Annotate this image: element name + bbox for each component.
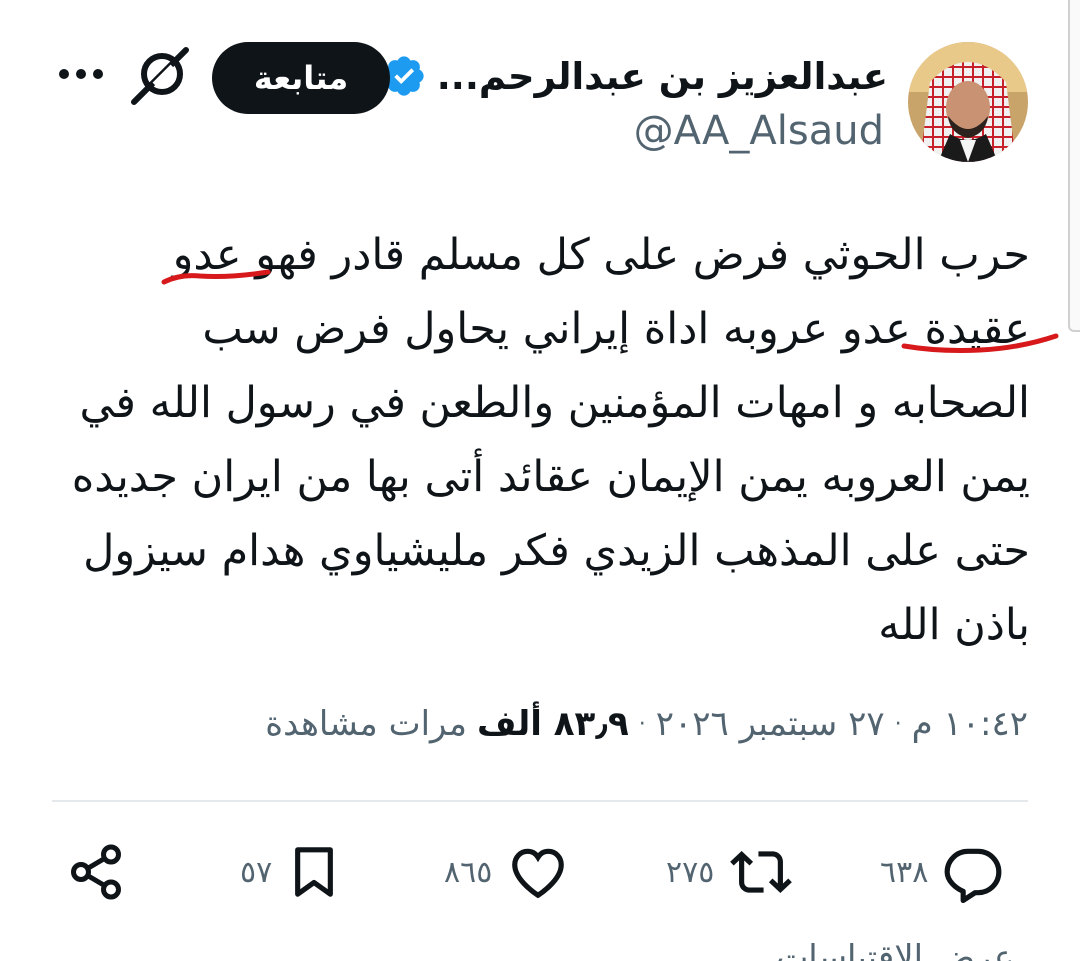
bookmark-count: ٥٧ xyxy=(240,854,273,890)
author-handle[interactable]: @AA_Alsaud xyxy=(634,108,884,154)
reply-icon xyxy=(944,848,1002,903)
repost-icon xyxy=(730,851,793,893)
tweet-time[interactable]: ١٠:٤٢ م xyxy=(912,704,1028,744)
tweet-line: حتى على المذهب الزيدي فكر مليشياوي هدام … xyxy=(83,526,1030,576)
like-button[interactable]: ٨٦٥ xyxy=(444,836,570,908)
reply-button[interactable]: ٦٣٨ xyxy=(880,836,1004,908)
views-label: مرات مشاهدة xyxy=(265,704,468,744)
red-underline-mark xyxy=(161,269,271,285)
like-count: ٨٦٥ xyxy=(444,854,493,890)
share-icon xyxy=(71,844,121,900)
tweet-detail-view: عبدالعزيز بن عبدالرحم... @AA_Alsaud متاب… xyxy=(0,0,1080,961)
repost-count: ٢٧٥ xyxy=(666,854,715,890)
follow-button[interactable]: متابعة xyxy=(212,42,390,114)
tweet-date[interactable]: ٢٧ سبتمبر ٢٠٢٦ xyxy=(656,704,885,744)
views-count[interactable]: ٨٣٫٩ ألف xyxy=(477,704,629,744)
bookmark-icon xyxy=(295,847,334,897)
tweet-line: باذن الله xyxy=(878,600,1030,650)
avatar-photo-icon xyxy=(908,42,1028,162)
scrollbar[interactable] xyxy=(1068,0,1080,332)
meta-separator: · xyxy=(894,711,902,737)
tweet-line: الصحابه و امهات المؤمنين والطعن في رسول … xyxy=(79,378,1031,428)
heart-icon xyxy=(512,848,565,899)
avatar[interactable] xyxy=(908,42,1028,162)
share-button[interactable] xyxy=(66,836,126,908)
meta-separator: · xyxy=(638,711,646,737)
view-quotes-link[interactable]: عرض الاقتباسات xyxy=(776,938,1014,961)
reply-count: ٦٣٨ xyxy=(880,854,929,890)
divider xyxy=(52,800,1028,802)
red-underline-mark xyxy=(901,333,1059,353)
author-display-name[interactable]: عبدالعزيز بن عبدالرحم... xyxy=(437,55,888,98)
tweet-line: عقيدة عدو عروبه اداة إيراني يحاول فرض سب xyxy=(202,304,1030,354)
tweet-meta: ١٠:٤٢ م · ٢٧ سبتمبر ٢٠٢٦ · ٨٣٫٩ ألف مرات… xyxy=(265,694,1028,754)
bookmark-button[interactable]: ٥٧ xyxy=(240,836,342,908)
more-icon[interactable] xyxy=(56,62,106,86)
tweet-line: يمن العروبه يمن الإيمان عقائد أتى بها من… xyxy=(71,452,1030,502)
author-name-row[interactable]: عبدالعزيز بن عبدالرحم... xyxy=(381,48,888,104)
repost-button[interactable]: ٢٧٥ xyxy=(666,836,794,908)
grok-icon[interactable] xyxy=(128,44,192,108)
